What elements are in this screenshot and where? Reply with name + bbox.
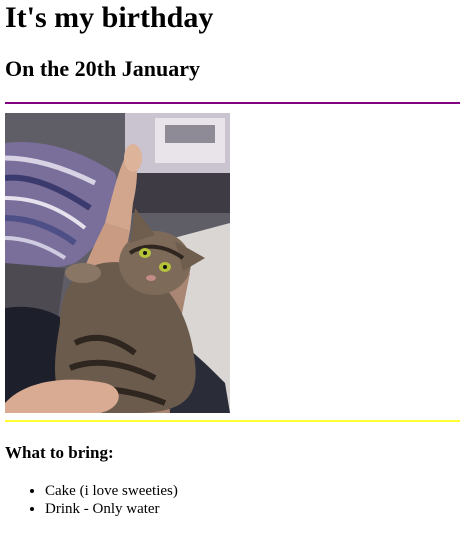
list-item: Drink - Only water <box>45 500 178 518</box>
bring-heading: What to bring: <box>5 443 114 462</box>
page: It's my birthday On the 20th January Wha… <box>0 0 460 534</box>
bring-list: Cake (i love sweeties) Drink - Only wate… <box>5 482 178 518</box>
list-item: Cake (i love sweeties) <box>45 482 178 500</box>
cat-photo <box>5 113 230 413</box>
top-divider <box>5 102 460 104</box>
bottom-divider <box>5 420 460 422</box>
page-title: It's my birthday <box>5 1 214 34</box>
page-subtitle: On the 20th January <box>5 56 200 81</box>
